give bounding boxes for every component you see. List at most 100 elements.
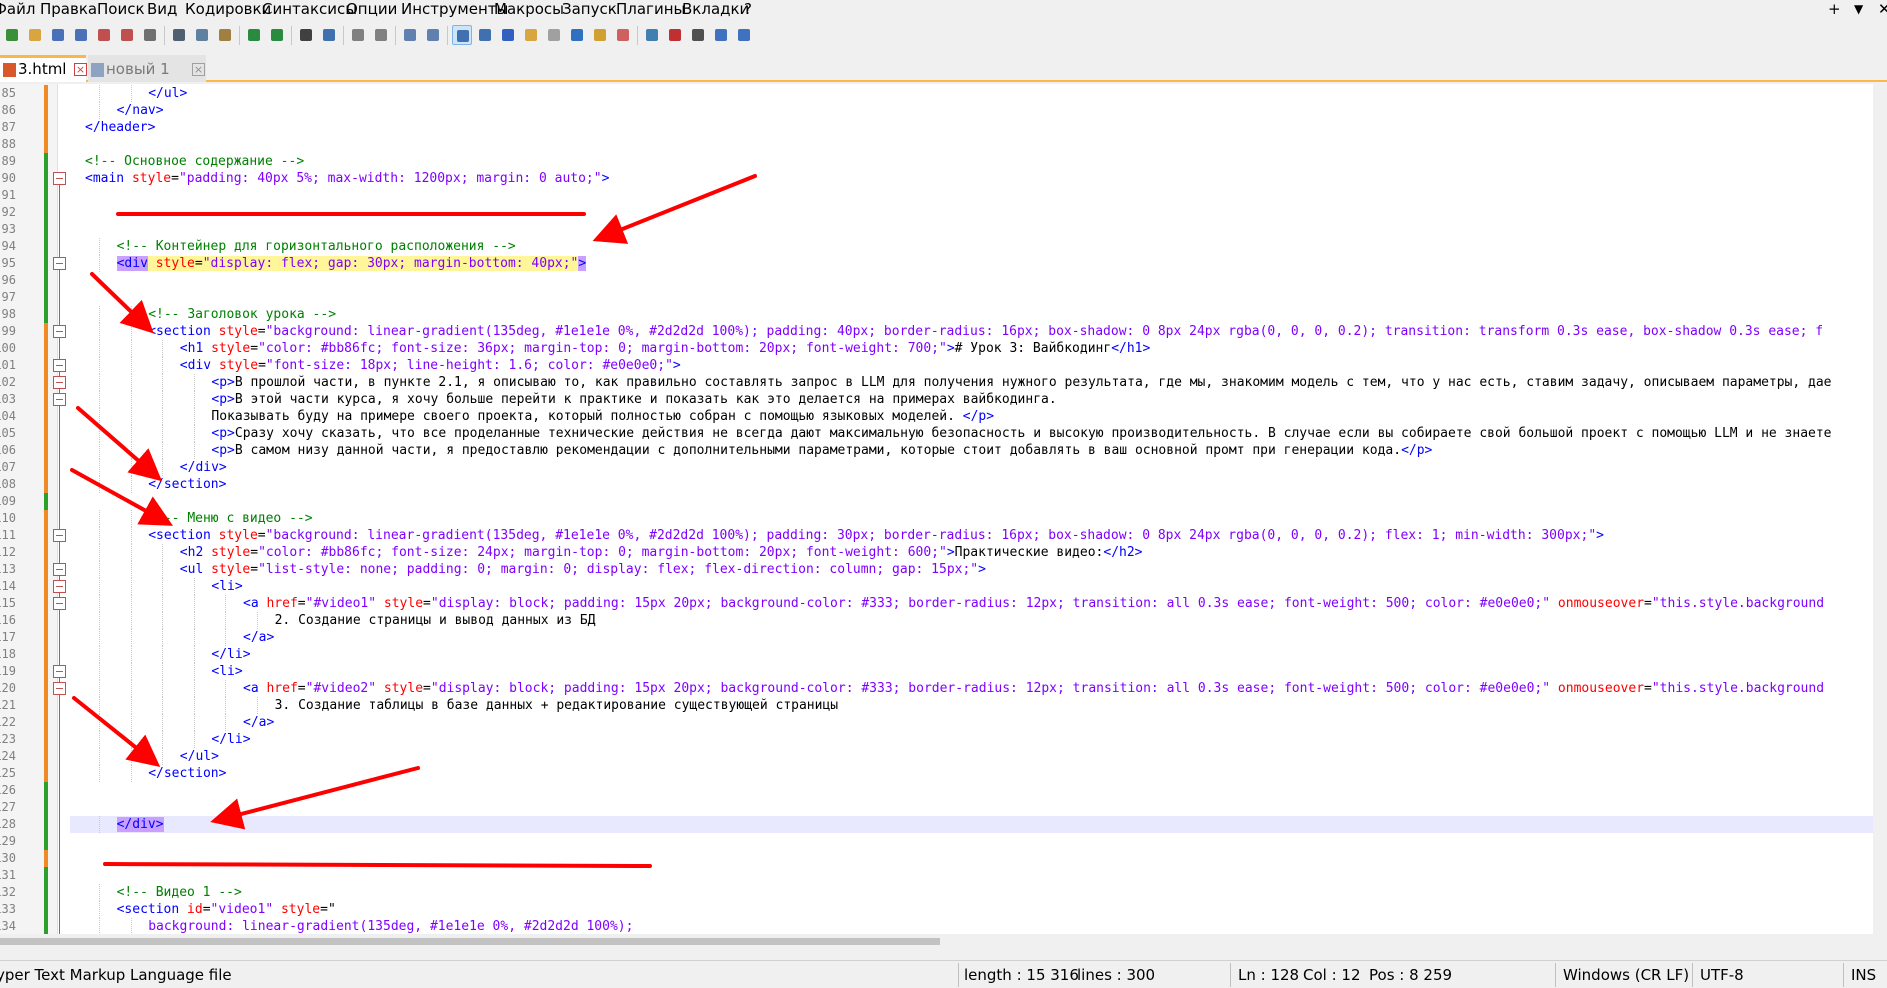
close-all-icon[interactable] [117,25,137,45]
fold-toggle-icon[interactable] [53,257,66,270]
find-icon[interactable] [296,25,316,45]
new-file-icon[interactable] [2,25,22,45]
show-all-chars-icon[interactable] [475,25,495,45]
indent-guide [99,85,100,102]
folder-workspace-glyph [594,29,606,41]
play-macro-icon[interactable] [688,25,708,45]
new-tab-plus-icon[interactable]: + [1828,0,1841,19]
word-wrap-icon[interactable] [452,25,472,45]
redo-icon[interactable] [267,25,287,45]
menu-tabs[interactable]: Вкладки [682,0,749,19]
tab-close-icon[interactable]: × [74,63,87,76]
fold-toggle-icon[interactable] [53,393,66,406]
indent-guide-icon[interactable] [498,25,518,45]
code-token: </ul> [148,86,188,101]
code-token: </section> [148,766,227,781]
code-line: </div> [180,459,227,476]
cut-icon[interactable] [169,25,189,45]
menu-file[interactable]: Файл [0,0,35,19]
indent-guide [130,561,132,578]
menu-tools[interactable]: Инструменты [401,0,508,19]
code-token: 3. Создание таблицы в базе данных + реда… [274,698,839,713]
code-line: </li> [211,646,250,663]
code-area[interactable]: </ul> </nav> </header> <!-- Основное содерж… [70,84,1887,934]
zoom-in-icon[interactable] [348,25,368,45]
undo-icon[interactable] [244,25,264,45]
line-number: 131 [0,868,16,882]
sync-vertical-icon[interactable] [400,25,420,45]
code-line: <a href="#video2" style="display: block;… [243,680,1824,697]
indent-guide [99,884,100,901]
zoom-out-icon[interactable] [371,25,391,45]
status-eol[interactable]: Windows (CR LF) [1563,965,1689,985]
vertical-scrollbar[interactable] [1873,84,1887,934]
fold-toggle-icon[interactable] [53,597,66,610]
menu-plugins[interactable]: Плагины [616,0,685,19]
menu-view[interactable]: Вид [147,0,177,19]
fold-toggle-icon[interactable] [53,580,66,593]
run-macro-multiple-icon[interactable] [711,25,731,45]
status-encoding[interactable]: UTF-8 [1700,965,1744,985]
replace-icon[interactable] [319,25,339,45]
open-file-icon[interactable] [25,25,45,45]
paste-icon[interactable] [215,25,235,45]
folder-workspace-icon[interactable] [590,25,610,45]
tab-3-html[interactable]: 3.html × [0,55,87,82]
menu-help[interactable]: ? [744,0,752,19]
menu-settings[interactable]: Опции [346,0,397,19]
line-number: 86 [1,103,16,117]
indent-guide [99,527,100,544]
scroll-thumb[interactable] [0,938,940,945]
line-number: 99 [1,324,16,338]
save-icon[interactable] [48,25,68,45]
line-number: 93 [1,222,16,236]
save-macro-icon[interactable] [734,25,754,45]
fold-toggle-icon[interactable] [53,665,66,678]
fold-toggle-icon[interactable] [53,563,66,576]
close-doc-icon[interactable]: ✕ [1878,0,1887,19]
menu-syntax[interactable]: Синтаксисы [262,0,357,19]
code-token: style [211,562,251,577]
tab-close-icon[interactable]: × [192,63,205,76]
print-icon[interactable] [140,25,160,45]
change-marker [44,850,48,867]
indent-guide [162,425,164,442]
status-mode[interactable]: INS [1851,965,1876,985]
code-token: onmouseover [1557,681,1645,696]
tab-new-1[interactable]: новый 1 × [88,55,206,82]
menu-macro[interactable]: Макросы [494,0,564,19]
code-token: </a> [243,630,275,645]
fold-toggle-icon[interactable] [53,325,66,338]
fold-toggle-icon[interactable] [53,359,66,372]
fold-toggle-icon[interactable] [53,376,66,389]
save-all-icon[interactable] [71,25,91,45]
close-icon[interactable] [94,25,114,45]
doc-map-icon[interactable] [544,25,564,45]
code-editor[interactable]: 85 86 87 88 89 90 91 92 93 94 95 96 97 98 99 100 101 102 1… [0,84,1887,934]
fold-toggle-icon[interactable] [53,529,66,542]
line-number: 123 [0,732,16,746]
user-lang-icon[interactable] [521,25,541,45]
menu-search[interactable]: Поиск [97,0,145,19]
indent-guide [225,680,227,697]
indent-guide [99,680,100,697]
tab-list-dropdown-icon[interactable]: ▼ [1854,0,1863,19]
menu-run[interactable]: Запуск [562,0,617,19]
horizontal-scrollbar[interactable] [0,934,1887,950]
stop-record-icon[interactable] [665,25,685,45]
indent-guide [99,765,100,782]
fold-toggle-icon[interactable] [53,682,66,695]
sync-horizontal-icon[interactable] [423,25,443,45]
status-length: length : 15 316 [964,966,1079,984]
menu-encoding[interactable]: Кодировки [185,0,271,19]
fold-toggle-icon[interactable] [53,172,66,185]
menu-edit[interactable]: Правка [40,0,97,19]
monitor-icon[interactable] [613,25,633,45]
record-macro-icon[interactable] [642,25,662,45]
copy-icon[interactable] [192,25,212,45]
function-list-icon[interactable] [567,25,587,45]
toolbar-separator [164,26,165,45]
code-token: "this.style.background [1651,596,1825,611]
indent-guide [99,340,100,357]
